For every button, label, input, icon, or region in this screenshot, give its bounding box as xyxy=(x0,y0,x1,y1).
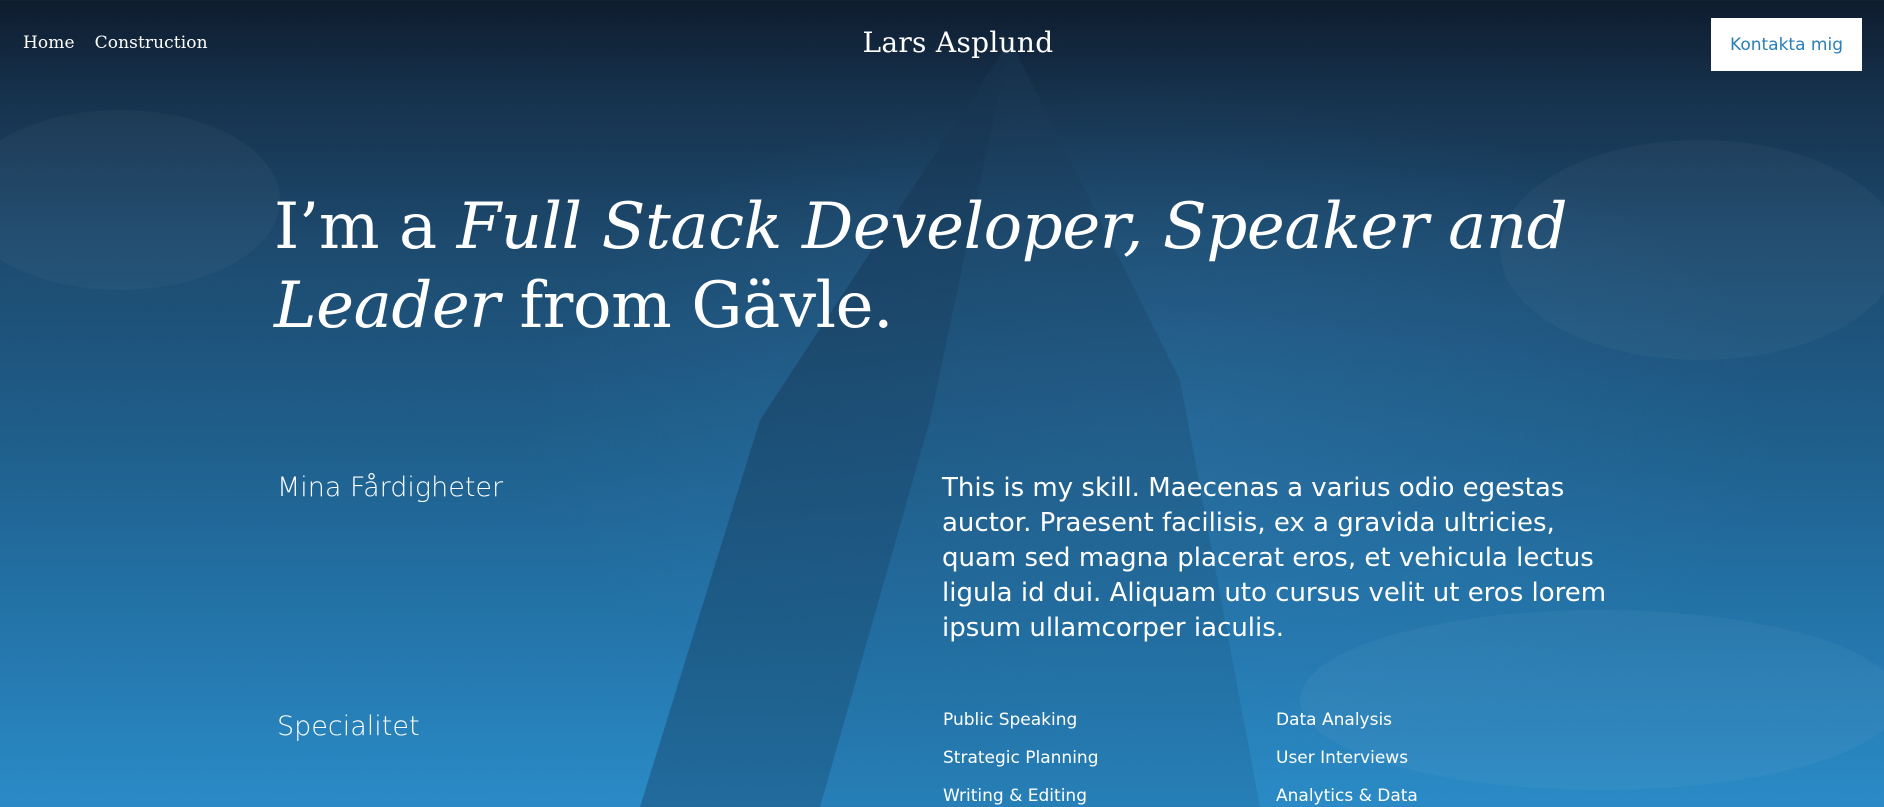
hero-suffix: from Gävle. xyxy=(499,269,894,343)
hero-roles-line1: Full Stack Developer, Speaker and xyxy=(456,190,1568,264)
specialty-item: Writing & Editing xyxy=(943,786,1087,806)
specialty-item: Data Analysis xyxy=(1276,710,1393,730)
hero-roles-line2: Leader xyxy=(274,269,500,343)
specialty-item: Strategic Planning xyxy=(943,748,1099,768)
specialty-item: Public Speaking xyxy=(943,710,1078,730)
skills-label: Mina Fårdigheter xyxy=(277,472,504,503)
hero-heading: I’m a Full Stack Developer, Speaker and L… xyxy=(274,188,1574,346)
specialty-item: User Interviews xyxy=(1276,748,1409,768)
hero-prefix: I’m a xyxy=(274,190,457,264)
contact-button[interactable]: Kontakta mig xyxy=(1711,18,1862,71)
background-pyramid-image xyxy=(640,40,1884,807)
specialty-item: Analytics & Data xyxy=(1276,786,1418,806)
specialty-list-1: Public Speaking Strategic Planning Writi… xyxy=(943,701,1098,807)
specialty-list-2: Data Analysis User Interviews Analytics … xyxy=(1276,701,1418,807)
specialty-label: Specialitet xyxy=(277,711,420,742)
site-title[interactable]: Lars Asplund xyxy=(0,26,1884,59)
skills-description: This is my skill. Maecenas a varius odio… xyxy=(942,473,1607,643)
